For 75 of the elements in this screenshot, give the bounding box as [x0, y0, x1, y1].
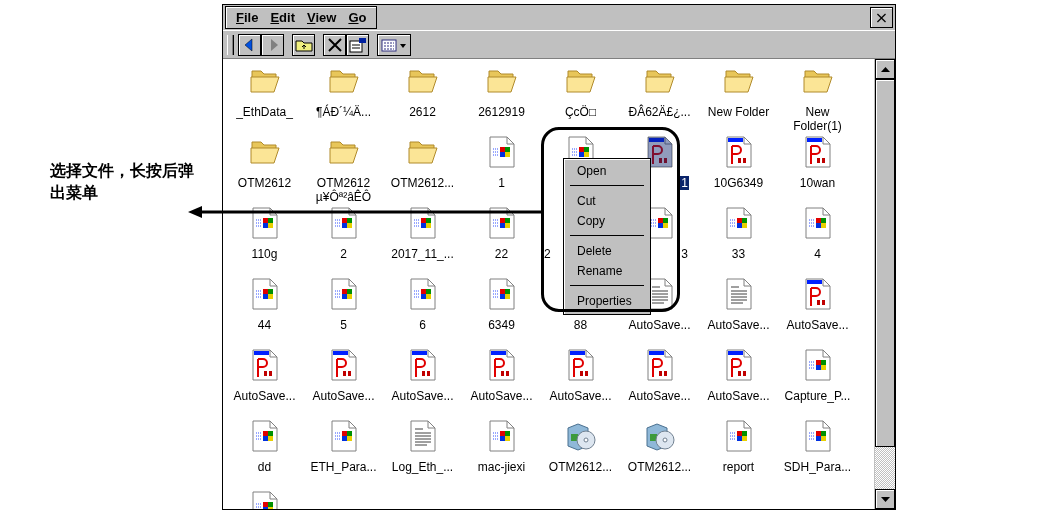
file-name[interactable]: 1 — [680, 176, 689, 190]
back-arrow-icon — [243, 37, 256, 52]
file-name[interactable]: Capture_P... — [783, 389, 852, 403]
back-button[interactable] — [238, 33, 261, 56]
file-name[interactable]: ÐÂ62Ä£¿... — [627, 105, 692, 119]
scroll-up-button[interactable] — [875, 59, 895, 79]
up-folder-button[interactable] — [292, 33, 315, 56]
view-button[interactable] — [377, 33, 411, 56]
delete-button[interactable] — [323, 33, 346, 56]
file-name[interactable]: 3 — [680, 247, 689, 261]
file-name[interactable]: 2612919 — [477, 105, 526, 119]
file-name[interactable]: 44 — [256, 318, 273, 332]
file-name[interactable]: 2 — [543, 247, 552, 261]
annotation-text: 选择文件，长按后弹出菜单 — [50, 160, 195, 204]
menu-item[interactable]: Edit — [264, 10, 301, 25]
file-name[interactable]: OTM2612... — [389, 176, 456, 190]
file-name[interactable]: AutoSave... — [627, 389, 692, 403]
file-name[interactable]: ETH_Para... — [309, 460, 378, 474]
file-name[interactable]: SDH_Para... — [782, 460, 853, 474]
file-name[interactable]: _EthData_ — [235, 105, 294, 119]
file-name[interactable]: AutoSave... — [311, 389, 376, 403]
file-name[interactable]: AutoSave... — [469, 389, 534, 403]
down-triangle-icon — [880, 496, 890, 502]
file-name[interactable]: AutoSave... — [548, 389, 613, 403]
scrollbar-thumb[interactable] — [875, 79, 895, 447]
file-name[interactable]: AutoSave... — [706, 389, 771, 403]
menu-option[interactable]: Properties — [564, 291, 650, 311]
file-name[interactable]: OTM2612 — [236, 176, 293, 190]
menu-item[interactable]: Go — [342, 10, 373, 25]
file-name[interactable]: AutoSave... — [232, 389, 297, 403]
file-name[interactable]: mac-jiexi — [476, 460, 527, 474]
properties-button[interactable] — [346, 33, 369, 56]
menu-option[interactable]: Rename — [564, 261, 650, 281]
file-name[interactable]: OTM2612... — [547, 460, 614, 474]
file-name[interactable]: 33 — [730, 247, 747, 261]
menu-option[interactable]: Delete — [564, 241, 650, 261]
view-menu-icon — [381, 37, 407, 52]
file-name[interactable]: 2017_11_... — [390, 247, 455, 261]
file-name[interactable]: 88 — [572, 318, 589, 332]
file-name[interactable]: AutoSave... — [627, 318, 692, 332]
file-name[interactable]: AutoSave... — [390, 389, 455, 403]
menu-item[interactable]: View — [301, 10, 343, 25]
menu-option[interactable]: Cut — [564, 191, 650, 211]
file-name[interactable]: 6349 — [487, 318, 516, 332]
file-name[interactable]: ÇcÖ□ — [563, 105, 598, 119]
file-name[interactable]: New Folder(1) — [792, 105, 843, 133]
menu-item[interactable]: File — [230, 10, 265, 25]
menu-option[interactable]: Open — [564, 161, 650, 181]
file-name[interactable]: AutoSave... — [706, 318, 771, 332]
file-name[interactable]: 2612 — [408, 105, 437, 119]
file-name[interactable]: dd — [256, 460, 273, 474]
delete-icon — [327, 37, 342, 52]
up-triangle-icon — [880, 66, 890, 72]
file-name[interactable]: 110g — [250, 247, 279, 261]
file-name[interactable]: AutoSave... — [785, 318, 850, 332]
file-name[interactable]: OTM2612 µ¥Ôª²âÊÔ — [314, 176, 373, 204]
scroll-down-button[interactable] — [875, 489, 895, 509]
properties-icon — [348, 36, 367, 53]
file-name[interactable]: OTM2612... — [626, 460, 693, 474]
file-name[interactable]: 10G6349 — [712, 176, 765, 190]
file-name[interactable]: 1 — [497, 176, 506, 190]
file-name[interactable]: Log_Eth_... — [390, 460, 455, 474]
file-name[interactable]: 4 — [813, 247, 822, 261]
menu-option[interactable]: Copy — [564, 211, 650, 231]
up-folder-icon — [294, 37, 313, 52]
file-name[interactable]: New Folder — [706, 105, 771, 119]
file-name[interactable]: 22 — [493, 247, 510, 261]
file-name[interactable]: 2 — [339, 247, 348, 261]
file-name[interactable]: 6 — [418, 318, 427, 332]
close-button[interactable]: × — [870, 7, 893, 28]
toolbar-grip[interactable] — [227, 34, 234, 55]
file-name[interactable]: 10wan — [798, 176, 837, 190]
file-name[interactable]: ¶ÁÐ´¼Ä... — [314, 105, 373, 119]
file-name[interactable]: 5 — [339, 318, 348, 332]
file-name[interactable]: report — [721, 460, 756, 474]
